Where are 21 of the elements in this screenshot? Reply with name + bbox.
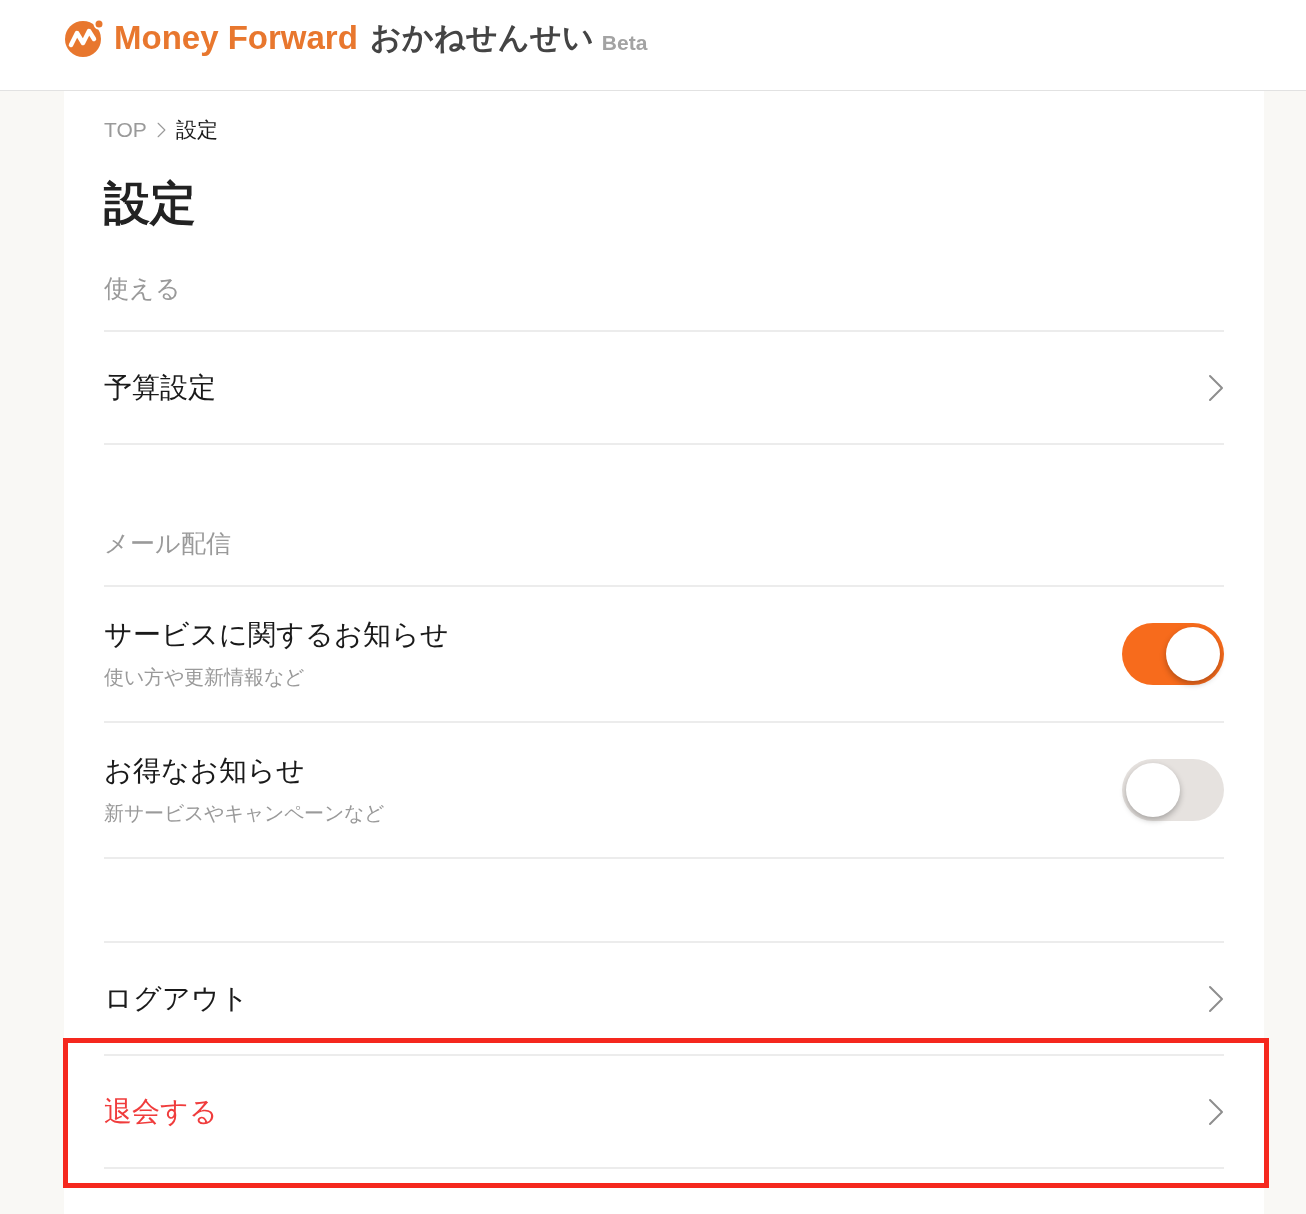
setting-description: 新サービスやキャンペーンなど xyxy=(104,801,384,826)
settings-link[interactable]: ログアウト xyxy=(104,943,1224,1056)
beta-label: Beta xyxy=(601,30,648,56)
setting-description: 使い方や更新情報など xyxy=(104,665,305,690)
section-label: 使える xyxy=(104,273,182,304)
settings-link[interactable]: 予算設定 xyxy=(104,332,1224,445)
toggle-switch[interactable] xyxy=(1122,759,1224,821)
toggle-switch[interactable] xyxy=(1122,623,1224,685)
breadcrumb-chevron-icon xyxy=(156,122,166,138)
setting-title: サービスに関するお知らせ xyxy=(104,618,449,652)
chevron-right-icon xyxy=(1208,373,1224,402)
section-label: メール配信 xyxy=(104,528,232,559)
chevron-right-icon xyxy=(1208,1097,1224,1126)
page-title: 設定 xyxy=(104,177,197,229)
product-name: おかねせんせい xyxy=(369,19,594,57)
chevron-right-icon xyxy=(1208,984,1224,1013)
settings-link[interactable]: 退会する xyxy=(104,1056,1224,1169)
setting-title: お得なお知らせ xyxy=(104,754,306,788)
brand-logo-text: Money Forward xyxy=(114,18,358,58)
breadcrumb-current: 設定 xyxy=(175,117,218,143)
logo-icon xyxy=(64,18,106,58)
